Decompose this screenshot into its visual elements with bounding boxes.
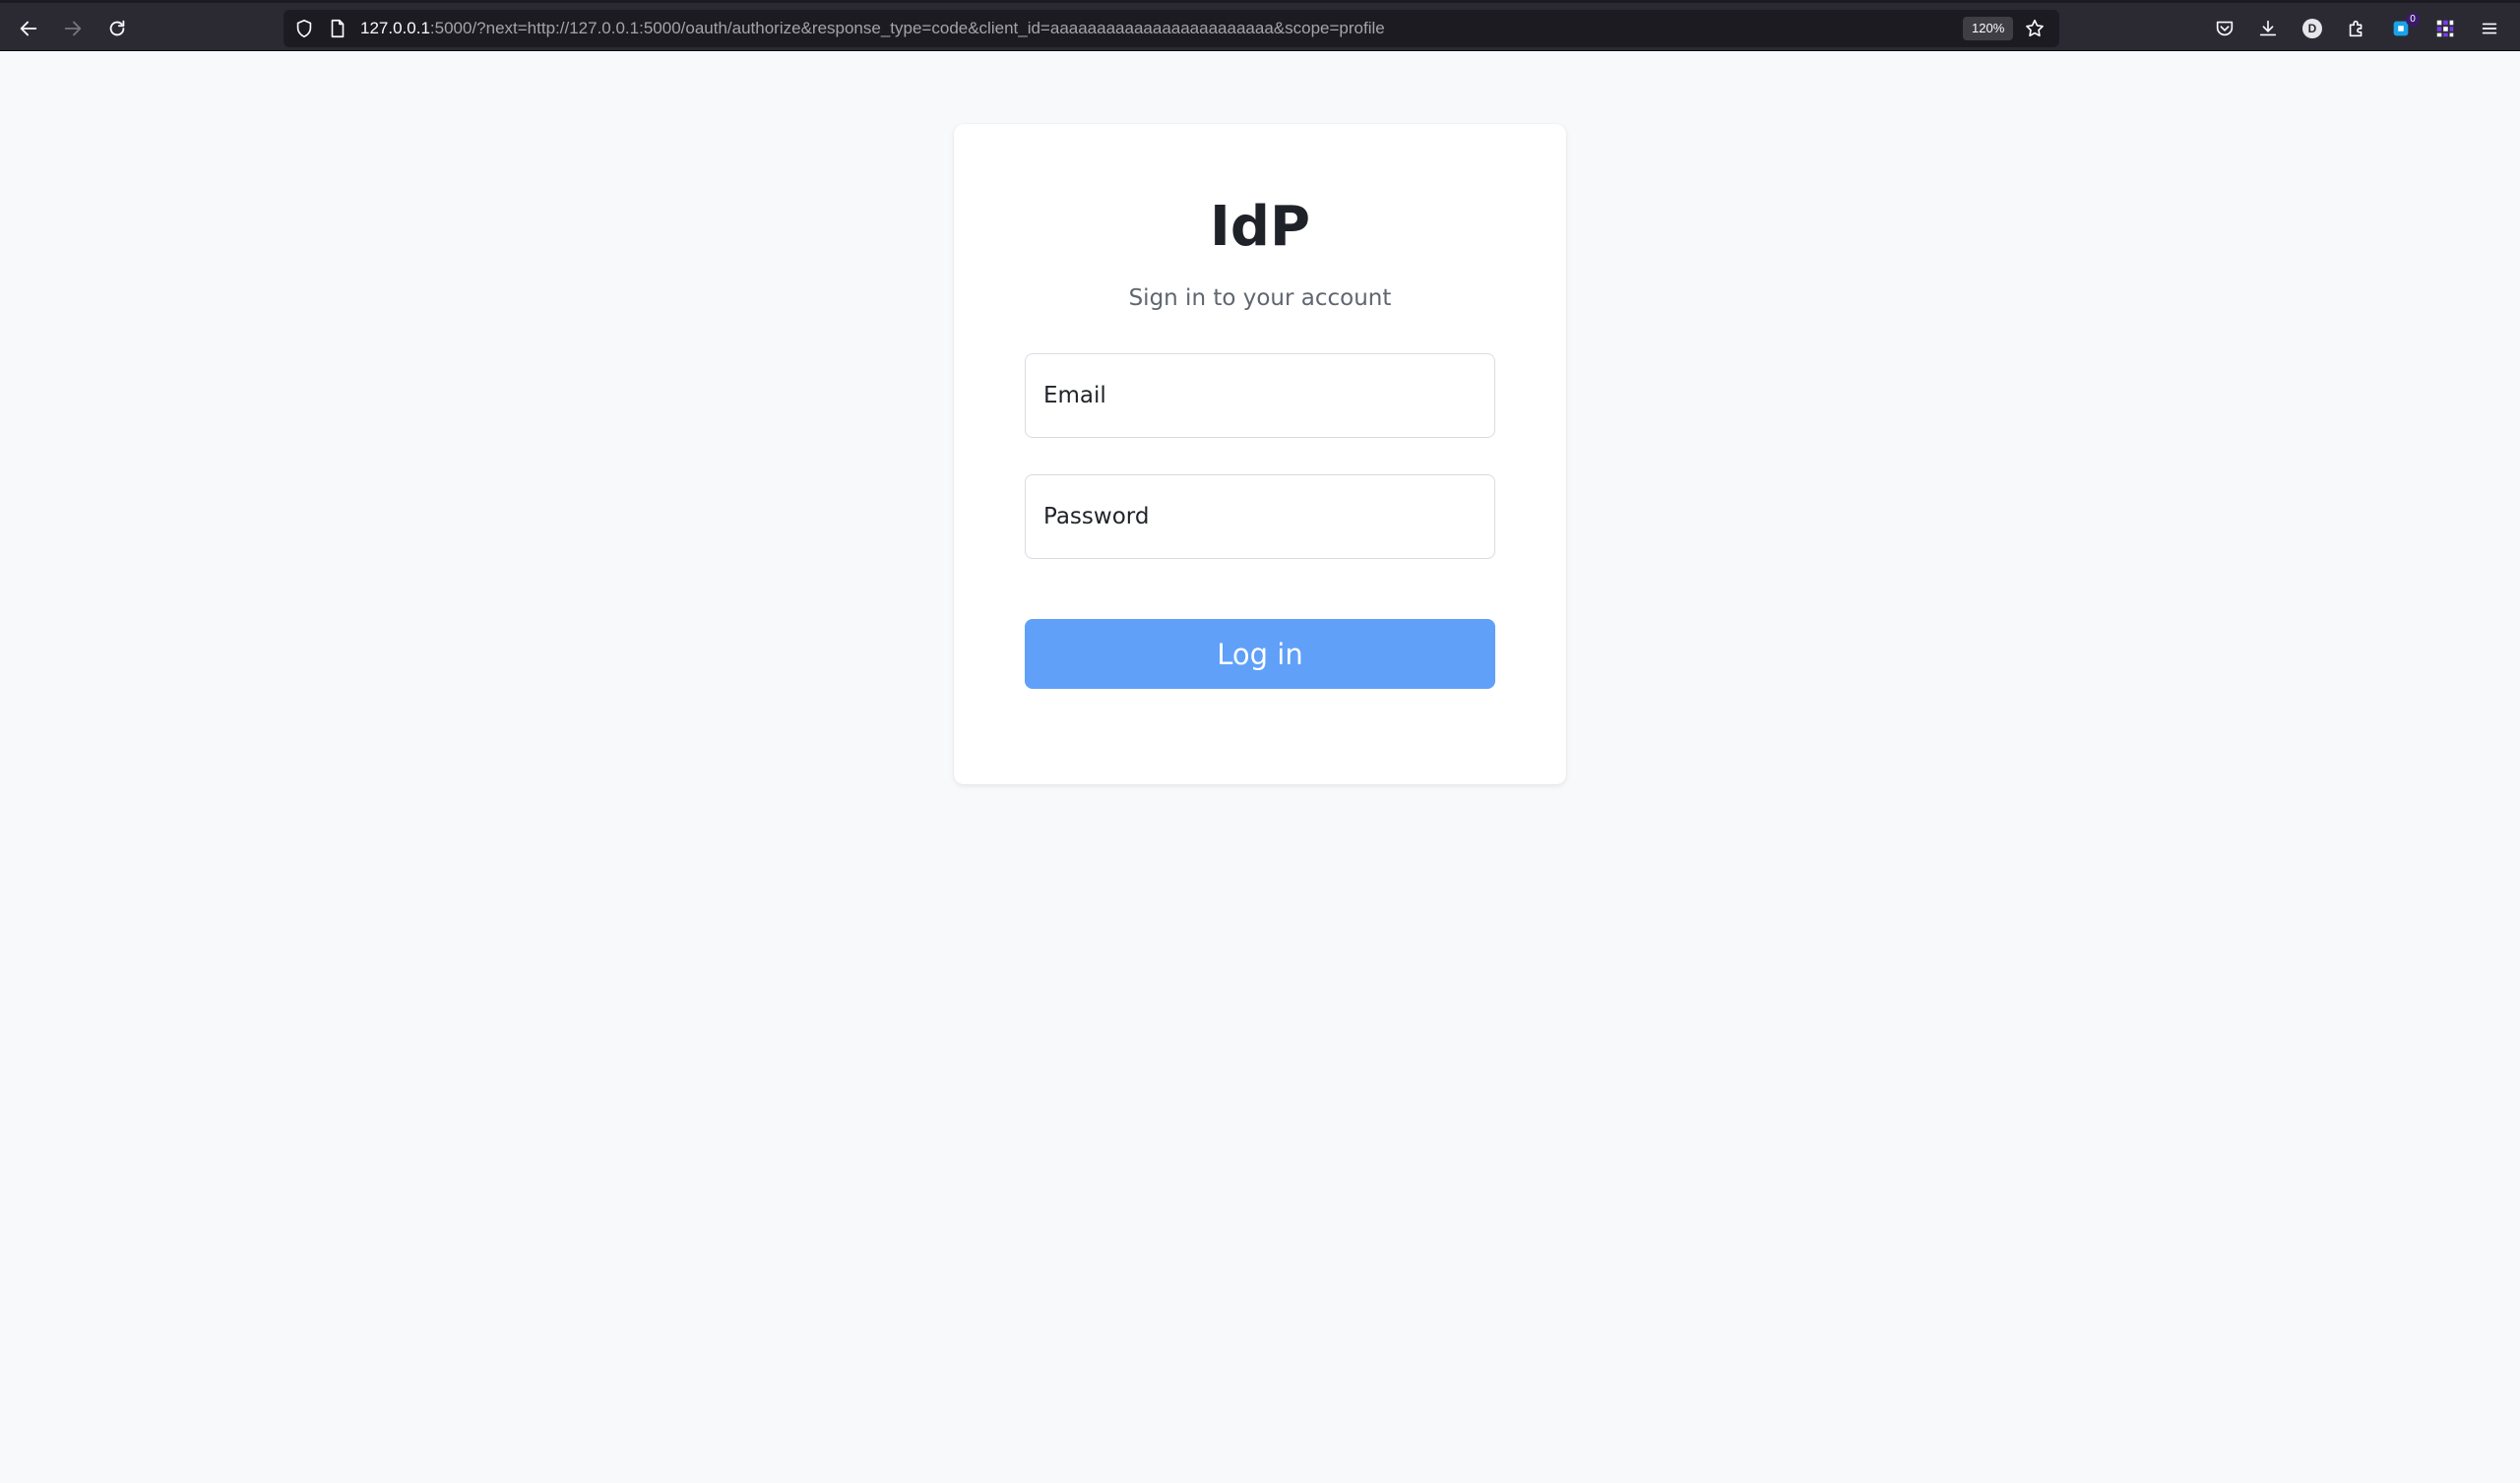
account-avatar: D [2302, 19, 2322, 38]
email-field[interactable] [1025, 353, 1495, 438]
shield-icon[interactable] [293, 18, 315, 39]
pocket-icon [2216, 21, 2234, 36]
account-button[interactable]: D [2300, 16, 2325, 41]
password-field[interactable] [1025, 474, 1495, 559]
url-host: 127.0.0.1 [360, 19, 430, 37]
url-text[interactable]: 127.0.0.1:5000/?next=http://127.0.0.1:50… [360, 10, 1385, 47]
puzzle-icon [2349, 20, 2362, 37]
back-button[interactable] [9, 12, 48, 45]
pocket-button[interactable] [2212, 16, 2237, 41]
login-card: IdP Sign in to your account Log in [954, 124, 1566, 784]
reload-button[interactable] [97, 12, 137, 45]
arrow-left-icon [20, 21, 37, 36]
login-button[interactable]: Log in [1025, 619, 1495, 689]
menu-button[interactable] [2477, 16, 2502, 41]
url-path: :5000/?next=http://127.0.0.1:5000/oauth/… [429, 19, 1385, 37]
download-icon [2259, 20, 2277, 36]
arrow-right-icon [64, 21, 82, 36]
zoom-level-badge[interactable]: 120% [1963, 17, 2014, 40]
browser-toolbar: 127.0.0.1:5000/?next=http://127.0.0.1:50… [0, 0, 2520, 51]
page-subtitle: Sign in to your account [1128, 285, 1392, 311]
downloads-button[interactable] [2255, 16, 2281, 41]
page-icon[interactable] [327, 18, 348, 39]
page-title: IdP [1210, 195, 1310, 259]
url-bar[interactable]: 127.0.0.1:5000/?next=http://127.0.0.1:50… [284, 10, 2059, 47]
forward-button[interactable] [53, 12, 93, 45]
star-icon[interactable] [2024, 18, 2046, 39]
extension-count-badge: 0 [2406, 13, 2420, 27]
grid-extension-button[interactable] [2432, 16, 2458, 41]
grid-icon [2436, 20, 2454, 37]
extensions-button[interactable] [2344, 16, 2369, 41]
reload-icon [109, 20, 125, 36]
extension-button[interactable]: 0 [2388, 13, 2420, 41]
hamburger-menu-icon [2482, 23, 2497, 34]
